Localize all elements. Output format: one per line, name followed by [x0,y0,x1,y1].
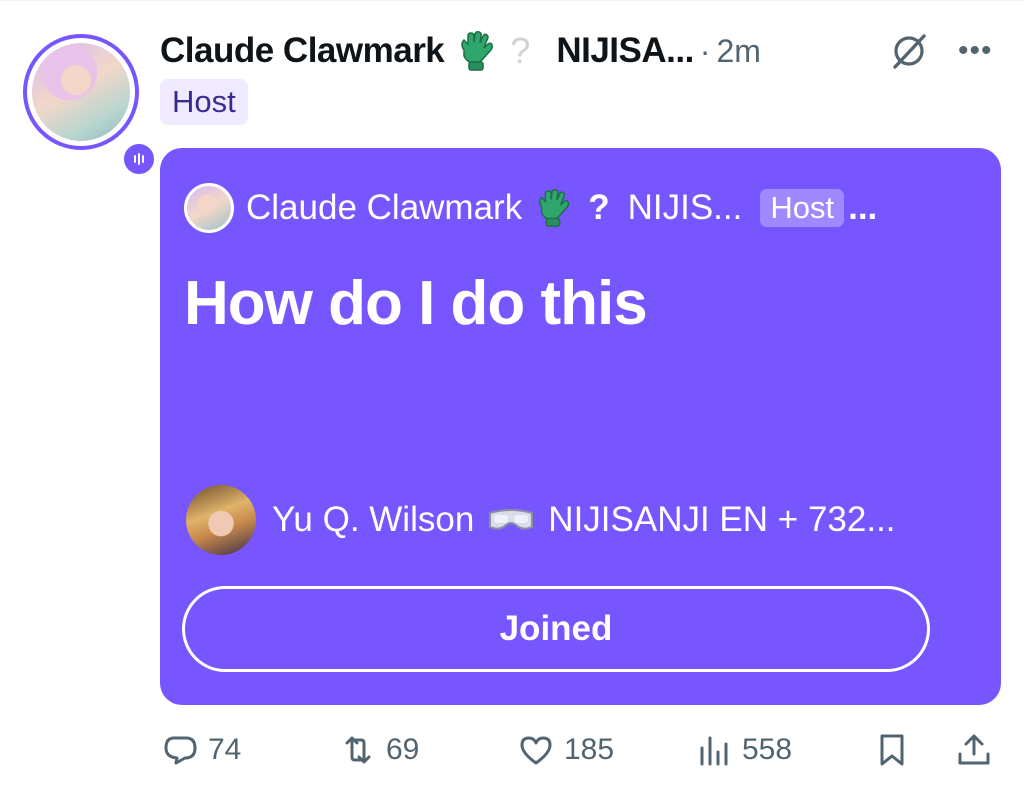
grok-icon[interactable] [888,30,930,72]
like-action[interactable]: 185 [516,722,614,778]
top-divider [0,0,1024,1]
space-host-row: Claude Clawmark ? NIJIS... Host ... [184,183,984,233]
views-icon [700,736,728,766]
goggles-icon [486,505,536,535]
heart-icon [520,736,552,765]
host-handle: NIJIS... [627,188,743,227]
reply-icon [164,736,197,765]
bookmark-action[interactable] [872,722,912,778]
role-tag: Host [160,79,248,125]
author-avatar[interactable] [23,34,158,178]
action-bar: 74 69 185 558 [160,722,1000,778]
host-name: Claude Clawmark [246,188,523,227]
post-time[interactable]: 2m [716,33,760,70]
repost-action[interactable]: 69 [338,722,419,778]
space-title: How do I do this [184,269,648,338]
views-action[interactable]: 558 [694,722,792,778]
listener-suffix: NIJISANJI EN + 732... [548,500,896,539]
more-icon[interactable]: ••• [958,34,993,68]
separator-dot: · [699,32,711,69]
listener-row: Yu Q. Wilson NIJISANJI EN + 732... [186,484,986,556]
author-handle[interactable]: NIJISA... [556,31,694,71]
post-header: Claude Clawmark ? NIJISA... · 2m ••• [160,26,1000,76]
repost-icon [345,736,371,764]
views-count: 558 [742,733,793,766]
host-avatar [184,183,234,233]
host-ellipsis: ... [848,188,878,227]
live-space-badge-icon [120,140,158,178]
repost-count: 69 [386,733,420,766]
like-count: 185 [564,733,615,766]
joined-button[interactable]: Joined [182,586,930,672]
share-action[interactable] [954,722,994,778]
bookmark-icon [880,734,904,766]
question-icon: ? [588,188,610,227]
listener-info: Yu Q. Wilson NIJISANJI EN + 732... [272,500,896,540]
host-tag: Host [760,189,845,227]
space-card[interactable]: Claude Clawmark ? NIJIS... Host ... How … [160,148,1001,705]
gloves-icon [534,187,572,229]
reply-count: 74 [208,733,242,766]
listener-avatar [186,485,256,555]
listener-name: Yu Q. Wilson [272,500,475,539]
avatar-image [32,43,130,141]
gray-question-icon: ? [510,30,531,71]
share-icon [958,734,990,765]
reply-action[interactable]: 74 [160,722,241,778]
author-name[interactable]: Claude Clawmark [160,31,445,71]
gloves-icon [456,30,496,72]
